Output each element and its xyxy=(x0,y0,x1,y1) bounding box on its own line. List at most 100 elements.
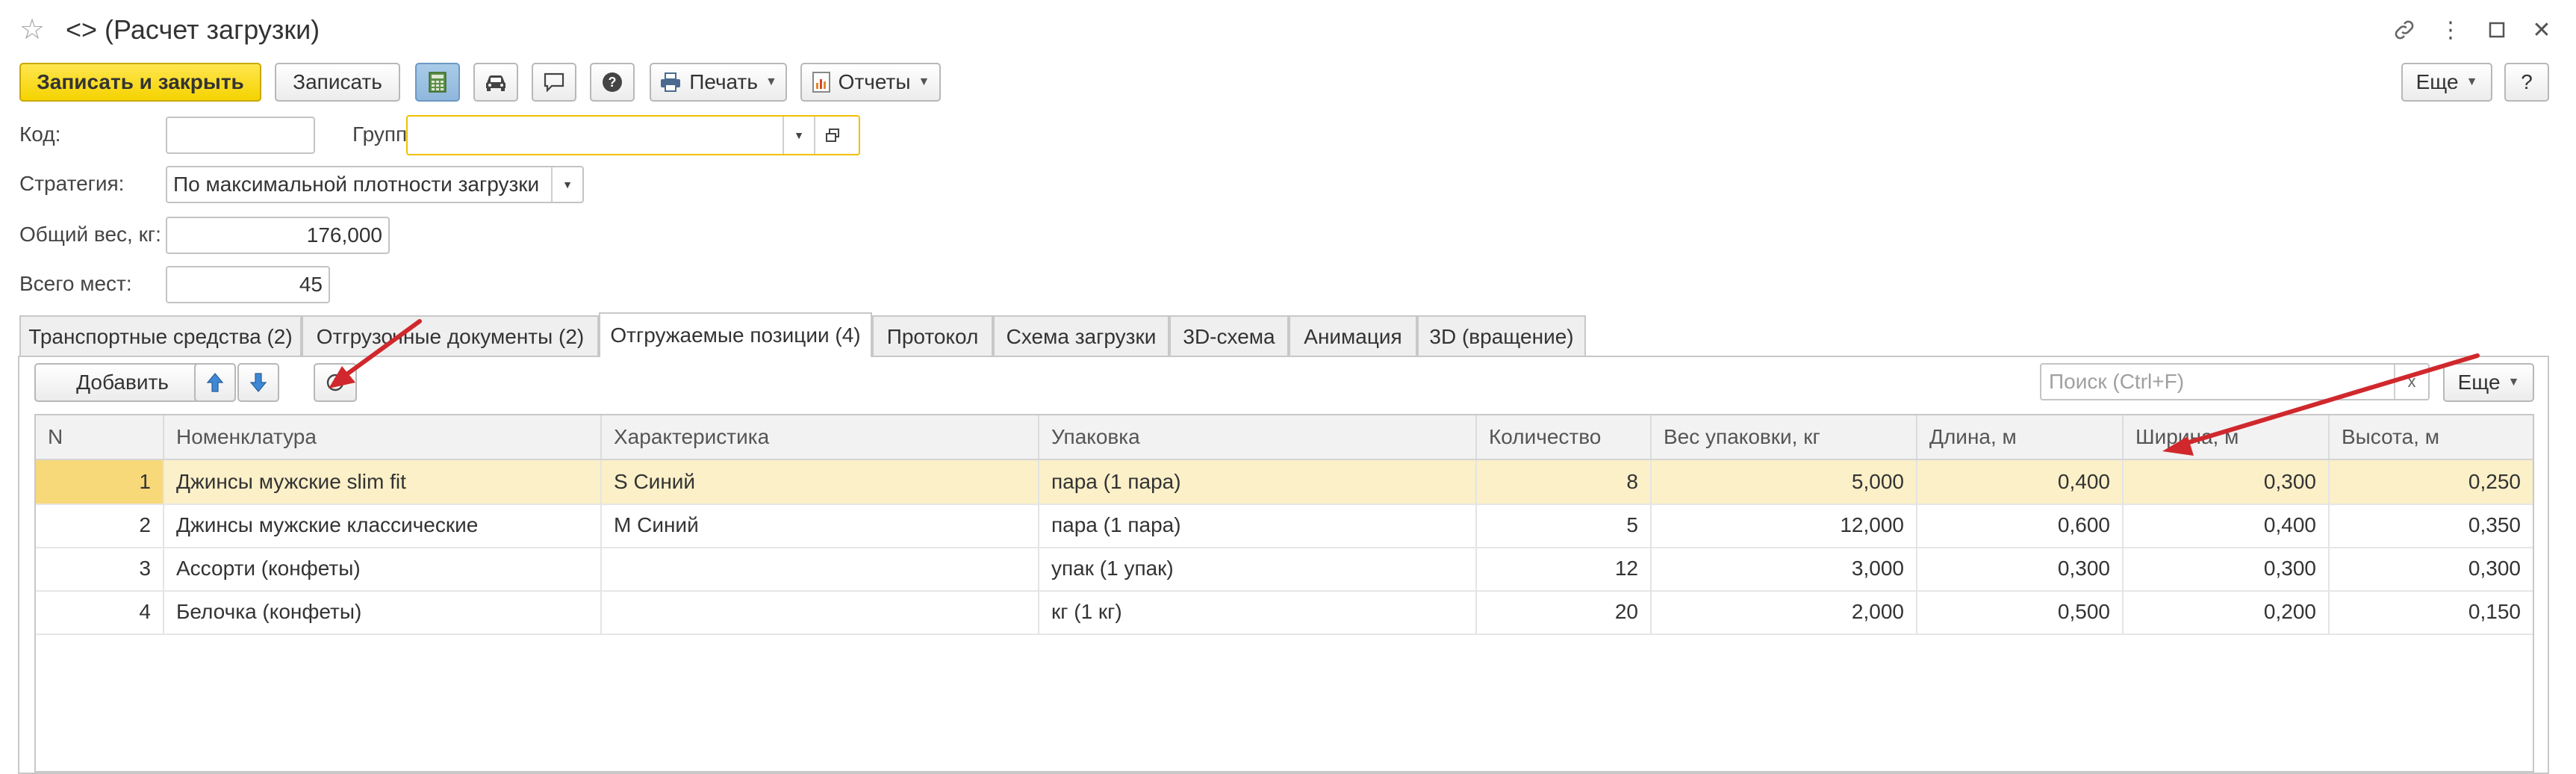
more-vertical-icon[interactable]: ⋮ xyxy=(2436,15,2465,45)
cell-height: 0,250 xyxy=(2468,470,2521,493)
reports-button[interactable]: Отчеты ▼ xyxy=(800,63,941,102)
column-header-width[interactable]: Ширина, м xyxy=(2124,415,2330,459)
dropdown-arrow-icon: ▼ xyxy=(2465,75,2478,88)
comment-button[interactable] xyxy=(532,63,576,102)
save-label: Записать xyxy=(293,70,382,93)
refresh-circle-icon xyxy=(326,374,344,391)
cell-package-weight: 12,000 xyxy=(1652,504,1917,547)
add-button[interactable]: Добавить xyxy=(34,363,211,402)
cell-n: 4 xyxy=(36,590,164,634)
calculator-icon xyxy=(429,72,447,93)
cell-quantity: 20 xyxy=(1477,590,1652,634)
car-icon xyxy=(486,75,505,91)
tab-vehicles[interactable]: Транспортные средства (2) xyxy=(19,315,302,357)
move-up-button[interactable] xyxy=(194,363,236,402)
strategy-value: По максимальной плотности загрузки xyxy=(173,173,540,196)
column-header-height[interactable]: Высота, м xyxy=(2330,415,2533,459)
add-label: Добавить xyxy=(76,371,169,394)
move-down-button[interactable] xyxy=(237,363,279,402)
calculator-button[interactable] xyxy=(415,63,460,102)
column-header-nomenclature[interactable]: Номенклатура xyxy=(164,415,602,459)
group-open-button[interactable] xyxy=(814,117,850,154)
arrow-up-icon xyxy=(206,373,224,392)
column-header-package-weight[interactable]: Вес упаковки, кг xyxy=(1652,415,1917,459)
strategy-dropdown-button[interactable]: ▼ xyxy=(551,167,582,202)
help-circle-button[interactable]: ? xyxy=(590,63,635,102)
save-and-close-label: Записать и закрыть xyxy=(37,70,244,93)
save-button[interactable]: Записать xyxy=(275,63,400,102)
help-label: ? xyxy=(2521,70,2533,93)
cell-quantity: 5 xyxy=(1477,504,1652,547)
dropdown-arrow-icon: ▼ xyxy=(918,75,930,88)
dropdown-arrow-icon: ▼ xyxy=(765,75,777,88)
cell-length: 0,500 xyxy=(1917,590,2124,634)
svg-text:?: ? xyxy=(609,75,617,90)
group-dropdown-button[interactable]: ▼ xyxy=(783,117,814,154)
total-weight-field[interactable]: 176,000 xyxy=(166,217,390,254)
cell-package: пара (1 пара) xyxy=(1039,504,1477,547)
total-weight-label: Общий вес, кг: xyxy=(19,223,161,246)
table-row[interactable]: 2 Джинсы мужские классические M Синий па… xyxy=(36,504,2533,548)
column-header-quantity[interactable]: Количество xyxy=(1477,415,1652,459)
cell-characteristic xyxy=(602,590,1039,634)
table-row[interactable]: 3 Ассорти (конфеты) упак (1 упак) 12 3,0… xyxy=(36,547,2533,592)
favorite-star-icon[interactable]: ☆ xyxy=(19,15,45,45)
panel-more-button[interactable]: Еще ▼ xyxy=(2443,363,2534,402)
cell-width: 0,300 xyxy=(2124,460,2330,504)
save-and-close-button[interactable]: Записать и закрыть xyxy=(19,63,261,102)
search-input[interactable]: Поиск (Ctrl+F) x xyxy=(2040,363,2430,400)
chevron-down-icon: ▼ xyxy=(794,129,804,141)
search-clear-button[interactable]: x xyxy=(2394,365,2428,399)
cell-package: кг (1 кг) xyxy=(1039,590,1477,634)
cell-nomenclature: Белочка (конфеты) xyxy=(164,590,602,634)
table-row[interactable]: 1 Джинсы мужские slim fit S Синий пара (… xyxy=(36,460,2533,505)
cell-n: 1 xyxy=(36,460,164,504)
tab-animation[interactable]: Анимация xyxy=(1289,315,1417,357)
cell-width: 0,400 xyxy=(2124,504,2330,547)
cell-quantity: 8 xyxy=(1477,460,1652,504)
table-row[interactable]: 4 Белочка (конфеты) кг (1 кг) 20 2,000 0… xyxy=(36,590,2533,635)
cell-width: 0,300 xyxy=(2124,547,2330,590)
total-places-label: Всего мест: xyxy=(19,272,132,295)
cell-height: 0,350 xyxy=(2468,513,2521,536)
question-circle-icon: ? xyxy=(603,72,622,92)
tab-3d-rotation[interactable]: 3D (вращение) xyxy=(1417,315,1586,357)
column-header-characteristic[interactable]: Характеристика xyxy=(602,415,1039,459)
code-field[interactable] xyxy=(166,117,315,154)
column-header-n[interactable]: N xyxy=(36,415,164,459)
car-button[interactable] xyxy=(473,63,518,102)
cell-nomenclature: Ассорти (конфеты) xyxy=(164,547,602,590)
code-label: Код: xyxy=(19,123,61,146)
link-icon[interactable] xyxy=(2389,15,2419,45)
column-header-package[interactable]: Упаковка xyxy=(1039,415,1477,459)
cell-n: 2 xyxy=(36,504,164,547)
tab-protocol[interactable]: Протокол xyxy=(872,315,993,357)
print-button[interactable]: Печать ▼ xyxy=(650,63,787,102)
column-header-length[interactable]: Длина, м xyxy=(1917,415,2124,459)
tab-shipping-documents[interactable]: Отгрузочные документы (2) xyxy=(302,315,599,357)
cell-package-weight: 2,000 xyxy=(1652,590,1917,634)
comment-icon xyxy=(544,72,564,93)
search-placeholder: Поиск (Ctrl+F) xyxy=(2049,370,2185,393)
cell-nomenclature: Джинсы мужские slim fit xyxy=(164,460,602,504)
cell-characteristic xyxy=(602,547,1039,590)
strategy-label: Стратегия: xyxy=(19,172,125,195)
maximize-icon[interactable] xyxy=(2482,15,2512,45)
tab-3d-scheme[interactable]: 3D-схема xyxy=(1169,315,1289,357)
reports-label: Отчеты xyxy=(838,70,911,93)
close-icon[interactable]: ✕ xyxy=(2527,15,2557,45)
strategy-select[interactable]: По максимальной плотности загрузки ▼ xyxy=(166,166,584,203)
cell-nomenclature: Джинсы мужские классические xyxy=(164,504,602,547)
cell-characteristic: M Синий xyxy=(602,504,1039,547)
refresh-button[interactable] xyxy=(314,363,357,402)
more-label: Еще xyxy=(2415,70,2459,93)
cell-package-weight: 5,000 xyxy=(1652,460,1917,504)
help-button[interactable]: ? xyxy=(2504,63,2549,102)
total-places-field[interactable]: 45 xyxy=(166,266,330,303)
more-button[interactable]: Еще ▼ xyxy=(2401,63,2492,102)
window-title: <> (Расчет загрузки) xyxy=(66,14,320,45)
tab-loading-scheme[interactable]: Схема загрузки xyxy=(993,315,1169,357)
tab-shipped-positions[interactable]: Отгружаемые позиции (4) xyxy=(599,312,872,357)
cell-length: 0,300 xyxy=(1917,547,2124,590)
group-field[interactable]: ▼ xyxy=(406,115,860,155)
